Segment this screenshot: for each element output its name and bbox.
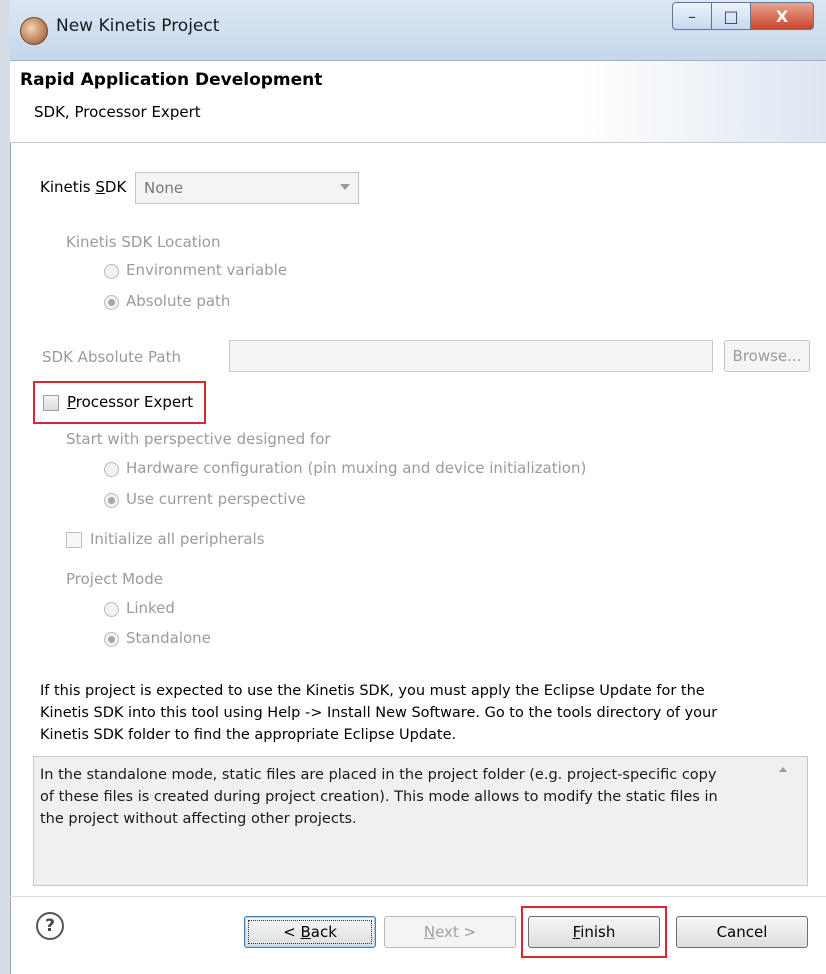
radio-hardware-configuration[interactable]: [104, 462, 119, 477]
radio-standalone-label: Standalone: [126, 629, 211, 647]
minimize-button[interactable]: –: [672, 2, 712, 30]
radio-use-current-perspective-label: Use current perspective: [126, 490, 306, 508]
maximize-button[interactable]: □: [711, 2, 751, 30]
sdk-update-notice: If this project is expected to use the K…: [40, 680, 820, 746]
perspective-label: Start with perspective designed for: [66, 430, 331, 448]
description-line: In the standalone mode, static files are…: [40, 767, 717, 783]
window-left-edge: [0, 0, 11, 974]
notice-line: Kinetis SDK folder to find the appropria…: [40, 727, 457, 743]
app-icon: [20, 17, 48, 45]
radio-hardware-configuration-label: Hardware configuration (pin muxing and d…: [126, 459, 587, 477]
scroll-up-icon[interactable]: [779, 767, 787, 772]
radio-environment-variable[interactable]: [104, 264, 119, 279]
radio-absolute-path-label: Absolute path: [126, 292, 231, 310]
footer-divider: [10, 896, 826, 897]
processor-expert-checkbox[interactable]: [43, 395, 59, 411]
sdk-absolute-path-input[interactable]: [229, 340, 713, 372]
description-line: the project without affecting other proj…: [40, 811, 357, 827]
finish-button[interactable]: Finish: [528, 916, 660, 948]
focus-indicator: [248, 920, 372, 944]
notice-line: If this project is expected to use the K…: [40, 683, 705, 699]
project-mode-label: Project Mode: [66, 570, 163, 588]
radio-absolute-path[interactable]: [104, 295, 119, 310]
initialize-peripherals-checkbox[interactable]: [66, 532, 82, 548]
page-subtitle: SDK, Processor Expert: [34, 103, 201, 121]
processor-expert-label: Processor Expert: [67, 393, 194, 411]
radio-linked-label: Linked: [126, 599, 175, 617]
sdk-location-label: Kinetis SDK Location: [66, 233, 221, 251]
window-title: New Kinetis Project: [56, 16, 220, 36]
kinetis-sdk-select[interactable]: None: [135, 172, 359, 204]
browse-button[interactable]: Browse...: [724, 340, 810, 372]
notice-line: Kinetis SDK into this tool using Help ->…: [40, 705, 718, 721]
radio-environment-variable-label: Environment variable: [126, 261, 288, 279]
back-button[interactable]: < Back: [244, 916, 376, 948]
page-title: Rapid Application Development: [20, 70, 323, 90]
help-icon[interactable]: ?: [36, 912, 64, 940]
kinetis-sdk-label: Kinetis SDK: [40, 178, 127, 196]
close-button[interactable]: X: [750, 2, 814, 30]
radio-standalone[interactable]: [104, 632, 119, 647]
sdk-absolute-path-label: SDK Absolute Path: [42, 348, 181, 366]
mode-description-text: In the standalone mode, static files are…: [40, 764, 780, 830]
description-line: of these files is created during project…: [40, 789, 718, 805]
radio-linked[interactable]: [104, 602, 119, 617]
initialize-peripherals-label: Initialize all peripherals: [90, 530, 265, 548]
radio-use-current-perspective[interactable]: [104, 493, 119, 508]
cancel-button[interactable]: Cancel: [676, 916, 808, 948]
chevron-down-icon: [340, 184, 350, 190]
next-button[interactable]: Next >: [384, 916, 516, 948]
